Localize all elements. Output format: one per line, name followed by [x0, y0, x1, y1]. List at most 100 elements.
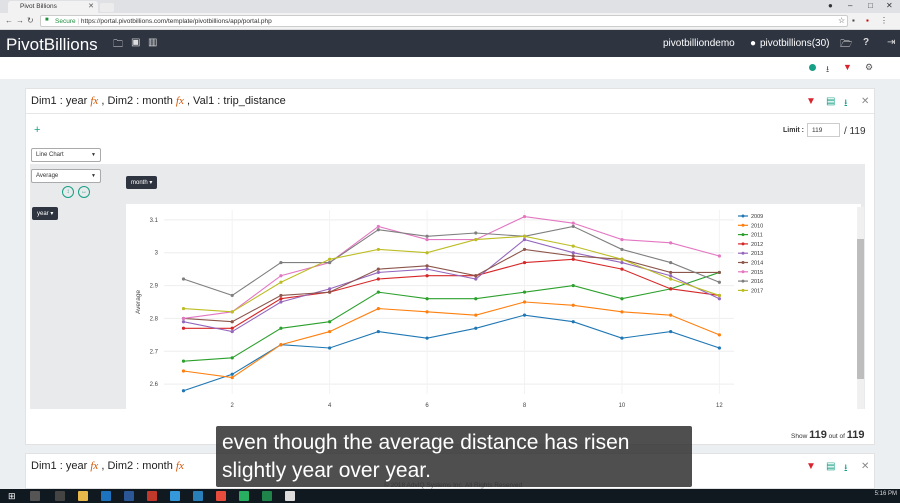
data-point-2015	[620, 237, 624, 242]
data-point-2012	[425, 274, 429, 278]
extension-icon-2[interactable]: ▪	[866, 16, 869, 25]
panel-divider	[26, 113, 874, 114]
data-point-2016	[279, 260, 283, 265]
dim1-fx-icon[interactable]: fx	[90, 95, 98, 107]
data-point-2014	[669, 270, 673, 275]
panel-download-icon[interactable]: ⭳	[844, 96, 848, 113]
data-point-2014	[376, 267, 380, 271]
row-count: Show 119 out of 119	[791, 429, 864, 441]
swap-horizontal-icon[interactable]: ↔	[78, 186, 90, 198]
url-field[interactable]: ■ Secure | https://portal.pivotbillions.…	[40, 15, 848, 27]
save-icon[interactable]: ▣	[131, 37, 140, 48]
bookmark-star-icon[interactable]: ☆	[838, 16, 845, 25]
open-folder-icon[interactable]: 🗁	[840, 37, 852, 54]
panel-filter-icon[interactable]: ▼	[806, 96, 816, 107]
video-caption: even though the average distance has ris…	[216, 426, 692, 487]
panel2-title: Dim1 : year fx , Dim2 : month fx	[31, 460, 184, 472]
chart-type-select[interactable]: Line Chart ▼	[31, 148, 101, 162]
row-field-year[interactable]: year ▾	[32, 207, 59, 220]
chart-scrollbar-thumb[interactable]	[857, 239, 864, 379]
browser-tab-bar: Pivot Billions ✕ ● – □ ✕	[0, 0, 900, 13]
data-point-2013	[425, 267, 429, 271]
x-tick-label: 4	[328, 403, 332, 409]
pivot-panel: Dim1 : year fx , Dim2 : month fx , Val1 …	[25, 88, 875, 445]
data-point-2013	[620, 260, 624, 265]
swap-vertical-icon[interactable]: ↕	[62, 186, 74, 198]
tab-close-icon[interactable]: ✕	[88, 2, 94, 10]
data-point-2009	[328, 346, 332, 350]
username[interactable]: pivotbilliondemo	[663, 38, 735, 49]
panel-table-icon[interactable]: ▤	[826, 96, 835, 107]
data-point-2017	[328, 257, 332, 261]
app-icon-6[interactable]	[239, 491, 249, 501]
start-icon[interactable]: ⊞	[8, 491, 18, 501]
panel2-dim1-fx-icon[interactable]: fx	[90, 460, 98, 472]
panel2-table-icon[interactable]: ▤	[826, 461, 835, 472]
download-icon[interactable]: ⭳	[826, 62, 829, 78]
folder-icon[interactable]: 🗀	[113, 37, 123, 54]
browser-tab[interactable]: Pivot Billions ✕	[8, 1, 98, 13]
app-icon-4[interactable]	[170, 491, 180, 501]
settings-gear-icon[interactable]: ⚙	[865, 62, 873, 73]
taskview-icon[interactable]	[55, 491, 65, 501]
data-point-2017	[522, 234, 527, 238]
data-point-2012	[571, 257, 575, 261]
show-total: 119	[846, 429, 865, 441]
data-point-2009	[474, 326, 478, 330]
aggregate-select[interactable]: Average ▼	[31, 169, 101, 183]
menu-icon[interactable]: ⋮	[880, 16, 888, 25]
app-icon-3[interactable]	[147, 491, 157, 501]
tab-title: Pivot Billions	[20, 3, 57, 10]
row-field-label: year	[37, 211, 49, 217]
data-point-2009	[425, 336, 429, 340]
dim2-fx-icon[interactable]: fx	[176, 95, 184, 107]
new-tab-button[interactable]	[100, 3, 114, 12]
legend-label-2015: 2015	[751, 270, 763, 276]
window-close-icon[interactable]: ✕	[886, 1, 893, 10]
logout-icon[interactable]: ⇥	[887, 37, 895, 48]
data-point-2010	[474, 313, 478, 317]
panel-close-icon[interactable]: ✕	[861, 96, 869, 107]
panel2-download-icon[interactable]: ⭳	[844, 461, 848, 478]
extension-icon[interactable]: ▪	[852, 16, 855, 25]
search-icon[interactable]	[30, 491, 40, 501]
data-point-2009	[669, 329, 673, 334]
excel-icon[interactable]	[262, 491, 272, 501]
chart-icon[interactable]: ▥	[148, 37, 157, 48]
data-point-2009	[717, 346, 721, 350]
back-icon[interactable]: ←	[5, 16, 13, 25]
chrome-icon[interactable]	[216, 491, 226, 501]
data-point-2011	[376, 290, 380, 294]
app-icon-1[interactable]	[101, 491, 111, 501]
data-point-2013	[474, 277, 478, 281]
data-point-2016	[328, 260, 332, 265]
app-icon-7[interactable]	[285, 491, 295, 501]
data-point-2017	[279, 280, 283, 284]
legend-label-2016: 2016	[751, 279, 763, 285]
forward-icon[interactable]: →	[16, 16, 24, 25]
app-icon-5[interactable]	[193, 491, 203, 501]
profile-icon[interactable]: ●	[828, 1, 833, 10]
series-line-2009	[183, 314, 720, 392]
data-point-2010	[425, 310, 429, 314]
maximize-icon[interactable]: □	[868, 1, 873, 10]
explorer-icon[interactable]	[78, 491, 88, 501]
help-icon[interactable]: ?	[863, 37, 869, 48]
minimize-icon[interactable]: –	[848, 1, 852, 10]
panel2-filter-icon[interactable]: ▼	[806, 461, 816, 472]
brand-logo[interactable]: PivotBillions	[6, 35, 98, 55]
add-icon[interactable]: +	[34, 124, 40, 136]
column-field-month[interactable]: month ▾	[126, 176, 158, 189]
panel2-close-icon[interactable]: ✕	[861, 461, 869, 472]
limit-input[interactable]: 119	[807, 123, 840, 137]
account-menu[interactable]: pivotbillions(30)	[760, 38, 829, 49]
y-tick-label: 2.8	[150, 316, 159, 322]
filter-icon[interactable]: ▼	[843, 62, 852, 72]
app-icon-2[interactable]	[124, 491, 134, 501]
user-icon: ●	[750, 38, 757, 49]
reload-icon[interactable]: ↻	[27, 16, 34, 25]
data-point-2011	[279, 326, 283, 330]
data-point-2017	[376, 247, 380, 252]
legend-marker-2010	[741, 223, 745, 227]
panel2-dim2-fx-icon[interactable]: fx	[176, 460, 184, 472]
